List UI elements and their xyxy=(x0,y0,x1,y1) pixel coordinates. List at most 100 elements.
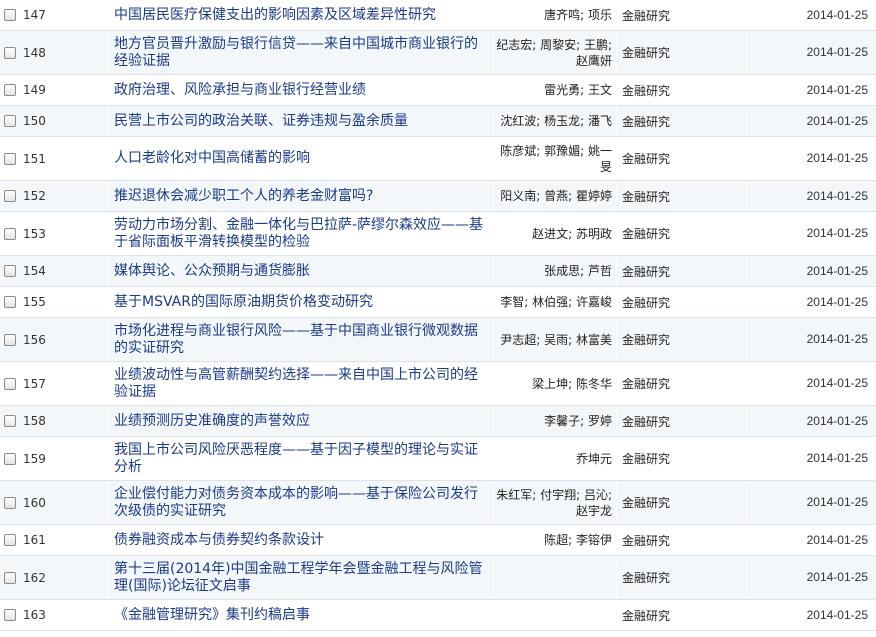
article-authors[interactable]: 纪志宏; 周黎安; 王鹏; 赵鹰妍 xyxy=(494,37,612,69)
article-source[interactable]: 金融研究 xyxy=(622,296,670,310)
row-checkbox[interactable] xyxy=(4,84,16,96)
article-source[interactable]: 金融研究 xyxy=(622,227,670,241)
table-row: 150 民营上市公司的政治关联、证券违规与盈余质量 沈红波; 杨玉龙; 潘飞 金… xyxy=(0,105,876,137)
article-title-link[interactable]: 我国上市公司风险厌恶程度——基于因子模型的理论与实证分析 xyxy=(114,442,489,476)
article-source[interactable]: 金融研究 xyxy=(622,609,670,623)
article-authors[interactable]: 赵进文; 苏明政 xyxy=(494,226,612,242)
article-authors[interactable]: 李智; 林伯强; 许嘉峻 xyxy=(494,294,612,310)
source-cell: 金融研究 xyxy=(616,0,747,31)
row-number: 153 xyxy=(23,226,46,241)
article-source[interactable]: 金融研究 xyxy=(622,190,670,204)
row-checkbox[interactable] xyxy=(4,227,16,240)
row-checkbox[interactable] xyxy=(4,496,16,509)
date-cell: 2014-01-25 xyxy=(746,317,876,362)
article-title-link[interactable]: 人口老龄化对中国高储蓄的影响 xyxy=(114,150,489,167)
row-checkbox[interactable] xyxy=(4,377,16,390)
table-row: 158 业绩预测历史准确度的声誉效应 李馨子; 罗婷 金融研究 2014-01-… xyxy=(0,405,876,437)
index-cell: 152 xyxy=(0,180,109,212)
row-checkbox[interactable] xyxy=(4,152,16,165)
article-title-link[interactable]: 政府治理、风险承担与商业银行经营业绩 xyxy=(114,82,489,99)
row-checkbox[interactable] xyxy=(4,333,16,346)
article-source[interactable]: 金融研究 xyxy=(622,452,670,466)
article-source[interactable]: 金融研究 xyxy=(622,46,670,60)
row-number: 147 xyxy=(23,8,46,22)
source-cell: 金融研究 xyxy=(616,286,747,318)
article-title-link[interactable]: 民营上市公司的政治关联、证券违规与盈余质量 xyxy=(114,113,489,130)
title-cell: 媒体舆论、公众预期与通货膨胀 xyxy=(108,255,494,287)
row-number: 150 xyxy=(23,114,46,128)
row-checkbox[interactable] xyxy=(4,609,16,621)
article-authors[interactable]: 陈超; 李镕伊 xyxy=(494,532,612,548)
table-row: 161 债券融资成本与债券契约条款设计 陈超; 李镕伊 金融研究 2014-01… xyxy=(0,524,876,556)
article-authors[interactable]: 沈红波; 杨玉龙; 潘飞 xyxy=(494,113,612,129)
row-checkbox[interactable] xyxy=(4,115,16,127)
source-cell: 金融研究 xyxy=(616,599,747,631)
article-authors[interactable]: 张成思; 芦哲 xyxy=(494,263,612,279)
row-checkbox[interactable] xyxy=(4,190,16,202)
article-source[interactable]: 金融研究 xyxy=(622,265,670,279)
row-checkbox[interactable] xyxy=(4,415,16,427)
article-title-link[interactable]: 业绩波动性与高管薪酬契约选择——来自中国上市公司的经验证据 xyxy=(114,367,489,401)
article-authors[interactable]: 朱红军; 付宇翔; 吕沁; 赵宇龙 xyxy=(494,487,612,519)
title-cell: 我国上市公司风险厌恶程度——基于因子模型的理论与实证分析 xyxy=(108,436,494,481)
article-title-link[interactable]: 第十三届(2014年)中国金融工程学年会暨金融工程与风险管理(国际)论坛征文启事 xyxy=(114,561,489,595)
article-title-link[interactable]: 业绩预测历史准确度的声誉效应 xyxy=(114,413,489,430)
index-cell: 157 xyxy=(0,361,109,406)
author-cell: 乔坤元 xyxy=(493,436,617,481)
article-title-link[interactable]: 市场化进程与商业银行风险——基于中国商业银行微观数据的实证研究 xyxy=(114,323,489,357)
author-cell xyxy=(493,599,617,631)
publish-date: 2014-01-25 xyxy=(806,188,868,203)
title-cell: 劳动力市场分割、金融一体化与巴拉萨-萨缪尔森效应——基于省际面板平滑转换模型的检… xyxy=(108,211,494,256)
index-cell: 151 xyxy=(0,136,109,181)
article-authors[interactable]: 梁上坤; 陈冬华 xyxy=(494,376,612,392)
row-number: 161 xyxy=(23,533,46,547)
author-cell xyxy=(493,555,617,600)
article-source[interactable]: 金融研究 xyxy=(622,534,670,548)
title-cell: 《金融管理研究》集刊约稿启事 xyxy=(108,599,494,631)
article-authors[interactable]: 阳义南; 曾燕; 瞿婷婷 xyxy=(494,188,612,204)
article-title-link[interactable]: 推迟退休会减少职工个人的养老金财富吗? xyxy=(114,188,489,205)
author-cell: 沈红波; 杨玉龙; 潘飞 xyxy=(493,105,617,137)
article-title-link[interactable]: 企业偿付能力对债务资本成本的影响——基于保险公司发行次级债的实证研究 xyxy=(114,486,489,520)
source-cell: 金融研究 xyxy=(616,255,747,287)
row-checkbox[interactable] xyxy=(4,571,16,584)
title-cell: 人口老龄化对中国高储蓄的影响 xyxy=(108,136,494,181)
source-cell: 金融研究 xyxy=(616,74,747,106)
table-row: 155 基于MSVAR的国际原油期货价格变动研究 李智; 林伯强; 许嘉峻 金融… xyxy=(0,286,876,318)
article-authors[interactable]: 李馨子; 罗婷 xyxy=(494,413,612,429)
article-source[interactable]: 金融研究 xyxy=(622,115,670,129)
article-authors[interactable]: 雷光勇; 王文 xyxy=(494,82,612,98)
article-source[interactable]: 金融研究 xyxy=(622,496,670,510)
article-authors[interactable]: 陈彦斌; 郭豫媚; 姚一旻 xyxy=(494,143,612,175)
article-source[interactable]: 金融研究 xyxy=(622,152,670,166)
article-source[interactable]: 金融研究 xyxy=(622,571,670,585)
article-title-link[interactable]: 地方官员晋升激励与银行信贷——来自中国城市商业银行的经验证据 xyxy=(114,36,489,70)
article-title-link[interactable]: 基于MSVAR的国际原油期货价格变动研究 xyxy=(114,294,489,311)
source-cell: 金融研究 xyxy=(616,480,747,525)
article-title-link[interactable]: 劳动力市场分割、金融一体化与巴拉萨-萨缪尔森效应——基于省际面板平滑转换模型的检… xyxy=(114,217,489,251)
article-source[interactable]: 金融研究 xyxy=(622,415,670,429)
article-authors[interactable]: 唐齐鸣; 项乐 xyxy=(494,7,612,23)
row-checkbox[interactable] xyxy=(4,46,16,59)
article-authors[interactable]: 尹志超; 吴雨; 林富美 xyxy=(494,332,612,348)
article-title-link[interactable]: 债券融资成本与债券契约条款设计 xyxy=(114,532,489,549)
date-cell: 2014-01-25 xyxy=(746,555,876,600)
row-checkbox[interactable] xyxy=(4,9,16,21)
article-source[interactable]: 金融研究 xyxy=(622,84,670,98)
row-checkbox[interactable] xyxy=(4,296,16,308)
article-authors[interactable]: 乔坤元 xyxy=(494,451,612,467)
article-title-link[interactable]: 媒体舆论、公众预期与通货膨胀 xyxy=(114,263,489,280)
source-cell: 金融研究 xyxy=(616,555,747,600)
article-source[interactable]: 金融研究 xyxy=(622,333,670,347)
date-cell: 2014-01-25 xyxy=(746,361,876,406)
article-title-link[interactable]: 《金融管理研究》集刊约稿启事 xyxy=(114,607,489,624)
publish-date: 2014-01-25 xyxy=(806,294,868,309)
row-checkbox[interactable] xyxy=(4,452,16,465)
row-checkbox[interactable] xyxy=(4,265,16,277)
date-cell: 2014-01-25 xyxy=(746,405,876,437)
article-source[interactable]: 金融研究 xyxy=(622,9,670,23)
row-checkbox[interactable] xyxy=(4,534,16,546)
article-title-link[interactable]: 中国居民医疗保健支出的影响因素及区域差异性研究 xyxy=(114,7,489,24)
article-source[interactable]: 金融研究 xyxy=(622,377,670,391)
publish-date: 2014-01-25 xyxy=(806,607,868,622)
